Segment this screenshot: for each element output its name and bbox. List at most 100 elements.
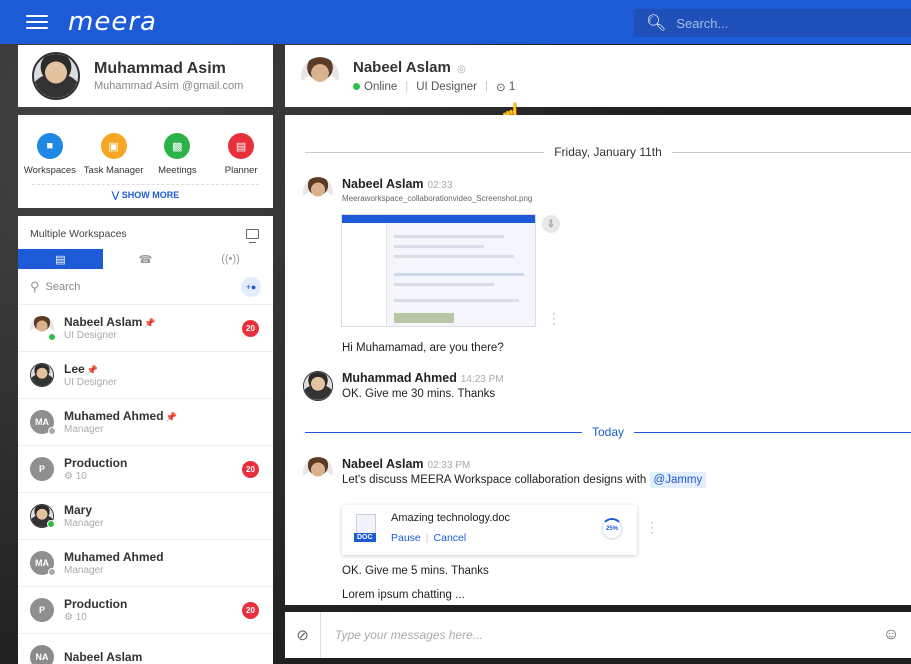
contact-search-input[interactable]: Search — [46, 281, 241, 293]
contact-name: Production — [64, 456, 128, 470]
avatar — [303, 177, 333, 207]
app-meetings[interactable]: ▩ Meetings — [146, 133, 208, 176]
avatar: NA — [30, 645, 54, 664]
group-members-icon: ⚙ — [64, 612, 73, 623]
avatar[interactable] — [301, 57, 339, 95]
global-search[interactable]: 🔍︎ — [634, 9, 911, 37]
chat-contact-role: UI Designer — [416, 80, 477, 93]
app-workspaces[interactable]: ■ Workspaces — [19, 133, 81, 176]
avatar — [30, 363, 54, 387]
contact-name: Muhamed Ahmed — [64, 550, 164, 564]
profile-name: Muhammad Asim — [94, 60, 226, 77]
planner-icon: ▤ — [228, 133, 255, 159]
message-time: 02:33 PM — [427, 460, 471, 471]
tab-calls[interactable]: ☎ — [103, 249, 188, 269]
show-more-label: SHOW MORE — [121, 190, 180, 200]
list-item[interactable]: MA Muhamed Ahmed Manager — [18, 540, 273, 587]
contact-name: Muhamed Ahmed — [64, 409, 164, 423]
sender-name: Nabeel Aslam — [342, 177, 424, 191]
chat-header: Nabeel Aslam ◎ Online | UI Designer | ⊙ … — [285, 45, 911, 107]
tab-chat[interactable]: ▤ — [18, 249, 103, 269]
chat-messages: Friday, January 11th Nabeel Aslam 02:33 M… — [285, 115, 911, 605]
avatar-initials: P — [38, 464, 45, 474]
app-logo: meera — [68, 7, 157, 37]
today-divider: Today — [305, 425, 911, 439]
group-members-icon: ⚙ — [64, 471, 73, 482]
search-icon: 🔍︎ — [646, 15, 667, 32]
status-text: Online — [364, 80, 398, 93]
list-item[interactable]: P Production ⚙ 10 20 — [18, 446, 273, 493]
online-status-dot — [48, 333, 56, 341]
emoji-icon[interactable]: ☺ — [871, 626, 911, 644]
unread-badge: 20 — [242, 601, 259, 619]
monitor-icon[interactable] — [246, 229, 259, 243]
message-text: OK. Give me 30 mins. Thanks — [342, 388, 496, 400]
global-search-input[interactable] — [676, 15, 877, 31]
image-attachment[interactable] — [341, 214, 536, 327]
contact-role: UI Designer — [64, 377, 117, 388]
list-item[interactable]: Lee 📌 UI Designer — [18, 352, 273, 399]
menu-icon[interactable] — [26, 11, 48, 33]
unread-badge: 20 — [242, 460, 259, 478]
list-item[interactable]: Mary Manager — [18, 493, 273, 540]
pin-icon[interactable]: ◎ — [457, 64, 466, 75]
contact-search[interactable]: ⚲ Search +● — [18, 269, 273, 305]
offline-status-dot — [48, 568, 56, 576]
message-time: 02:33 — [427, 180, 453, 191]
date-label: Friday, January 11th — [554, 145, 662, 159]
pin-icon: 📌 — [86, 365, 98, 375]
avatar — [30, 504, 55, 528]
profile-email: Muhammad Asim @gmail.com — [94, 80, 244, 92]
tab-broadcast[interactable]: ((•)) — [188, 249, 273, 269]
contact-role: Manager — [64, 424, 104, 435]
avatar — [303, 457, 333, 487]
sender-name: Nabeel Aslam — [342, 457, 424, 471]
show-more-button[interactable]: ⋁ SHOW MORE — [32, 184, 259, 201]
chevron-down-icon: ⋁ — [111, 190, 120, 200]
avatar — [30, 316, 56, 341]
upload-progress: 25% — [601, 518, 623, 540]
add-group-icon[interactable]: +● — [241, 276, 261, 297]
pause-button[interactable]: Pause — [391, 532, 421, 544]
message: Nabeel Aslam 02:33 Meeraworkspace_collabo… — [303, 177, 532, 207]
message-time: 14:23 PM — [460, 374, 504, 385]
message-text: Lorem ipsum chatting ... — [342, 589, 465, 601]
contact-name: Production — [64, 597, 128, 611]
contact-list-panel: Multiple Workspaces ▤ ☎ ((•)) ⚲ Search +… — [18, 216, 273, 664]
more-options-icon[interactable]: ⋮ — [547, 310, 561, 327]
contact-role: Manager — [64, 518, 104, 529]
contact-role: Manager — [64, 565, 104, 576]
member-count: 10 — [75, 612, 87, 623]
message-text: Let's discuss MEERA Workspace collaborat… — [342, 474, 647, 486]
workspace-icon: ■ — [36, 133, 63, 159]
avatar[interactable] — [32, 52, 80, 100]
contact-name: Nabeel Aslam — [64, 315, 143, 329]
paperclip-icon[interactable]: ⊘ — [285, 612, 321, 658]
sender-name: Muhammad Ahmed — [342, 371, 457, 385]
list-item[interactable]: NA Nabeel Aslam — [18, 634, 273, 664]
online-status-dot — [353, 83, 360, 90]
message-input[interactable] — [335, 628, 871, 642]
document-attachment[interactable]: DOC Amazing technology.doc Pause | Cancel … — [342, 505, 637, 555]
list-item[interactable]: P Production ⚙ 10 20 — [18, 587, 273, 634]
app-planner[interactable]: ▤ Planner — [210, 133, 272, 176]
attachment-count[interactable]: 1 — [509, 81, 515, 93]
paperclip-icon[interactable]: ⊙ — [496, 80, 506, 94]
online-status-dot — [47, 520, 55, 528]
member-count: 10 — [75, 471, 87, 482]
list-item[interactable]: MA Muhamed Ahmed 📌 Manager — [18, 399, 273, 446]
contact-name: Mary — [64, 503, 93, 517]
mention-link[interactable]: @Jammy — [649, 472, 707, 488]
contact-name: Lee — [64, 362, 85, 376]
avatar: MA — [30, 551, 56, 576]
avatar-initials: MA — [35, 417, 49, 427]
pin-icon: 📌 — [144, 318, 156, 328]
more-options-icon[interactable]: ⋮ — [645, 519, 659, 536]
list-item[interactable]: Nabeel Aslam 📌 UI Designer 20 — [18, 305, 273, 352]
file-name: Meeraworkspace_collaborationvideo_Screen… — [342, 194, 533, 203]
download-icon[interactable]: ⇩ — [542, 215, 560, 233]
cancel-button[interactable]: Cancel — [434, 532, 467, 544]
pin-icon: 📌 — [165, 412, 177, 422]
app-task-manager[interactable]: ▣ Task Manager — [83, 133, 145, 176]
avatar-initials: NA — [35, 652, 49, 662]
